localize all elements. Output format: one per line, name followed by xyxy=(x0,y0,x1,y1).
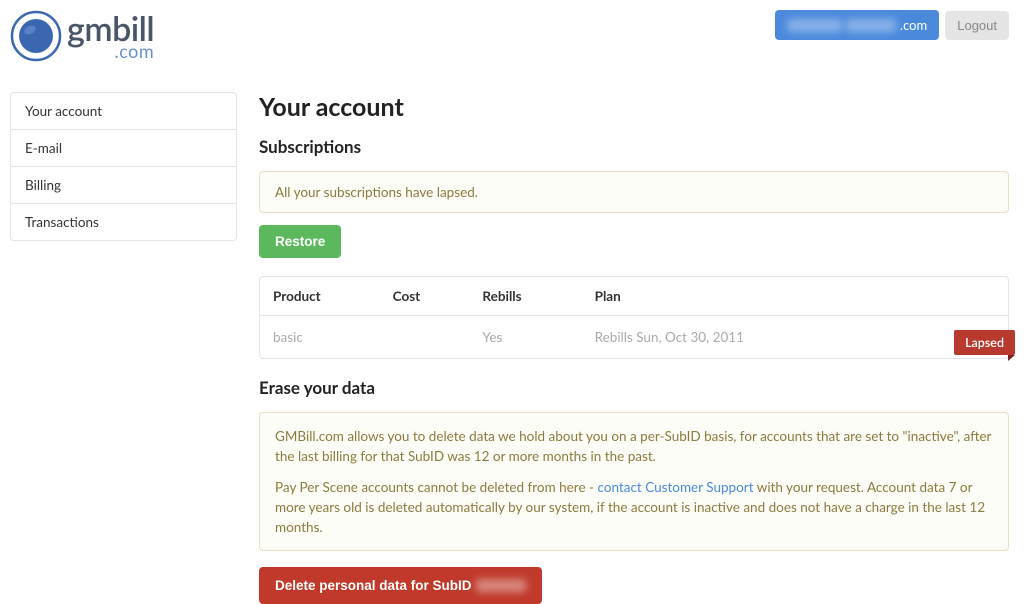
cell-product: basic xyxy=(260,316,380,359)
restore-button[interactable]: Restore xyxy=(259,225,341,258)
subscriptions-table-wrap: Product Cost Rebills Plan basic Yes Rebi… xyxy=(259,276,1009,359)
erase-p2-prefix: Pay Per Scene accounts cannot be deleted… xyxy=(275,479,598,495)
delete-btn-label: Delete personal data for SubID xyxy=(275,578,472,593)
contact-support-link[interactable]: contact Customer Support xyxy=(598,479,754,495)
erase-heading: Erase your data xyxy=(259,377,1009,398)
erase-info: GMBill.com allows you to delete data we … xyxy=(259,412,1009,551)
delete-subid-redacted xyxy=(476,579,526,592)
user-domain-redacted xyxy=(846,19,896,32)
cell-plan: Rebills Sun, Oct 30, 2011 xyxy=(582,316,1008,359)
erase-info-p2: Pay Per Scene accounts cannot be deleted… xyxy=(275,477,993,538)
col-header-cost: Cost xyxy=(380,277,470,316)
erase-info-p1: GMBill.com allows you to delete data we … xyxy=(275,426,993,467)
sidebar-item-email[interactable]: E-mail xyxy=(11,130,236,167)
logo-icon xyxy=(10,10,62,62)
table-row: basic Yes Rebills Sun, Oct 30, 2011 xyxy=(260,316,1008,359)
logout-button[interactable]: Logout xyxy=(945,11,1009,40)
logo[interactable]: gmbill .com xyxy=(10,10,154,62)
lapsed-notice: All your subscriptions have lapsed. xyxy=(259,171,1009,213)
user-name-redacted xyxy=(787,19,842,32)
header: gmbill .com .com Logout xyxy=(0,0,1024,67)
logo-text: gmbill .com xyxy=(67,12,154,60)
col-header-plan: Plan xyxy=(582,277,1008,316)
col-header-product: Product xyxy=(260,277,380,316)
header-actions: .com Logout xyxy=(775,10,1009,40)
col-header-rebills: Rebills xyxy=(469,277,581,316)
cell-cost xyxy=(380,316,470,359)
cell-rebills: Yes xyxy=(469,316,581,359)
lapsed-badge: Lapsed xyxy=(954,330,1015,355)
erase-section: Erase your data GMBill.com allows you to… xyxy=(259,377,1009,604)
sidebar-item-transactions[interactable]: Transactions xyxy=(11,204,236,240)
subscriptions-table: Product Cost Rebills Plan basic Yes Rebi… xyxy=(260,277,1008,358)
user-domain-suffix: .com xyxy=(900,17,927,33)
user-badge[interactable]: .com xyxy=(775,10,939,40)
delete-data-button[interactable]: Delete personal data for SubID xyxy=(259,567,542,604)
page-title: Your account xyxy=(259,92,1009,122)
sidebar-nav: Your account E-mail Billing Transactions xyxy=(10,92,237,241)
sidebar: Your account E-mail Billing Transactions xyxy=(10,92,237,604)
sidebar-item-account[interactable]: Your account xyxy=(11,93,236,130)
sidebar-item-billing[interactable]: Billing xyxy=(11,167,236,204)
subscriptions-heading: Subscriptions xyxy=(259,136,1009,157)
subscriptions-section: Subscriptions All your subscriptions hav… xyxy=(259,136,1009,359)
main-content: Your account Subscriptions All your subs… xyxy=(259,92,1009,604)
